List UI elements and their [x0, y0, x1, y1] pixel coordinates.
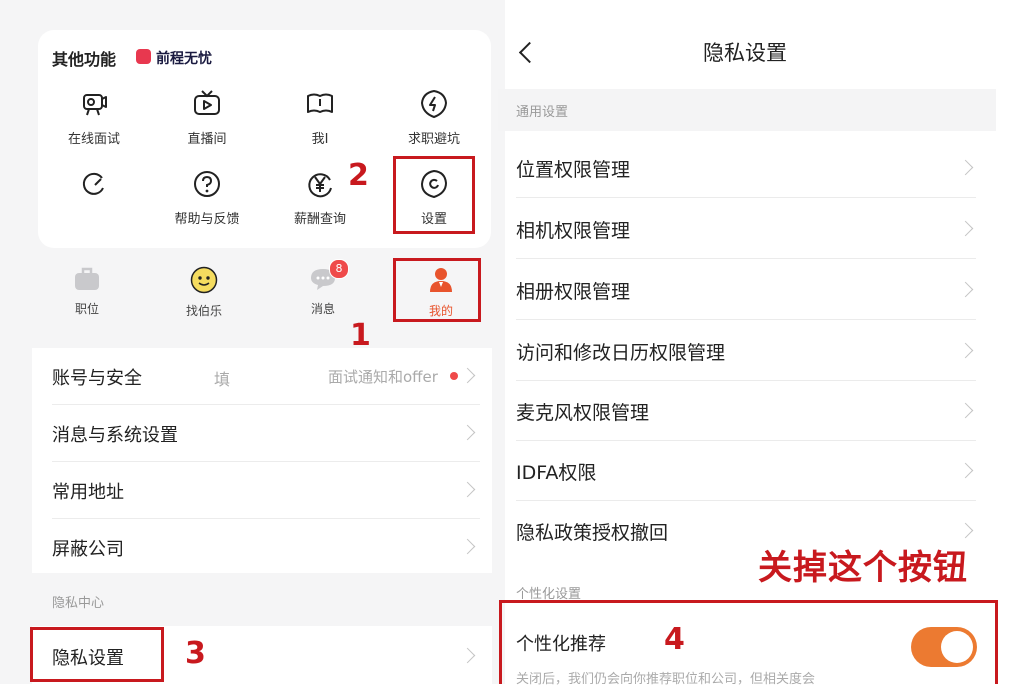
step-number-4: 4: [664, 622, 685, 657]
instruction-text: 关掉这个按钮: [758, 548, 968, 588]
func-refresh[interactable]: [44, 168, 144, 208]
privacy-center-section: 隐私中心: [52, 596, 105, 611]
chevron-right-icon: [459, 424, 476, 441]
row-label: 相机权限管理: [516, 220, 631, 242]
row-label: 隐私政策授权撤回: [516, 522, 669, 544]
func-label: 薪酬查询: [293, 212, 346, 227]
chevron-right-icon: [957, 462, 974, 479]
step-number-2: 2: [348, 158, 369, 193]
highlight-mine-tab: [393, 258, 481, 322]
video-interview-icon: [83, 94, 107, 116]
menu-blocked-companies[interactable]: 屏蔽公司: [52, 519, 480, 575]
row-album-permission[interactable]: 相册权限管理: [516, 259, 976, 320]
live-tv-icon: [194, 90, 220, 115]
book-icon: [307, 93, 333, 113]
row-label: 相册权限管理: [516, 281, 631, 303]
tab-label: 消息: [310, 302, 335, 316]
menu-common-address[interactable]: 常用地址: [52, 462, 480, 519]
func-book[interactable]: 我I: [270, 88, 370, 147]
row-label: 麦克风权限管理: [516, 402, 650, 424]
chevron-right-icon: [957, 342, 974, 359]
refresh-icon: [82, 172, 104, 195]
brand-logo-icon: [136, 49, 151, 64]
row-microphone-permission[interactable]: 麦克风权限管理: [516, 380, 976, 441]
tab-label: 找伯乐: [185, 304, 222, 318]
smiley-icon: [190, 266, 218, 294]
func-label: 直播间: [187, 132, 227, 147]
chevron-right-icon: [459, 647, 476, 664]
func-label: 在线面试: [67, 132, 120, 147]
step-number-1: 1: [350, 318, 371, 353]
general-settings-section: 通用设置: [498, 89, 996, 131]
functions-title: 其他功能: [52, 50, 117, 69]
row-location-permission[interactable]: 位置权限管理: [516, 137, 976, 198]
lightning-shield-icon: [420, 89, 448, 119]
row-label: 访问和修改日历权限管理: [516, 342, 726, 364]
step-number-3: 3: [185, 636, 206, 671]
chevron-left-icon: [518, 41, 541, 64]
tab-label: 职位: [74, 302, 99, 316]
chevron-right-icon: [459, 367, 476, 384]
highlight-privacy-settings: [30, 627, 164, 682]
help-icon: [194, 171, 220, 197]
chevron-right-icon: [459, 481, 476, 498]
menu-label: 屏蔽公司: [52, 539, 124, 560]
row-camera-permission[interactable]: 相机权限管理: [516, 198, 976, 259]
back-button[interactable]: [516, 40, 541, 70]
menu-message-system-settings[interactable]: 消息与系统设置: [52, 405, 480, 462]
tab-find-mentor[interactable]: 找伯乐: [169, 266, 239, 319]
chevron-right-icon: [957, 220, 974, 237]
highlight-settings: [393, 156, 475, 234]
func-online-interview[interactable]: 在线面试: [44, 88, 144, 147]
func-live-room[interactable]: 直播间: [157, 88, 257, 147]
chevron-right-icon: [459, 538, 476, 555]
chevron-right-icon: [957, 281, 974, 298]
menu-hint: 填: [214, 370, 231, 389]
func-job-pitfalls[interactable]: 求职避坑: [384, 88, 484, 147]
tab-jobs[interactable]: 职位: [52, 266, 122, 317]
func-help-feedback[interactable]: 帮助与反馈: [157, 168, 257, 227]
chevron-right-icon: [957, 159, 974, 176]
row-calendar-permission[interactable]: 访问和修改日历权限管理: [516, 320, 976, 381]
func-label: 帮助与反馈: [174, 212, 240, 227]
menu-label: 消息与系统设置: [52, 425, 178, 446]
briefcase-icon: [75, 267, 99, 290]
page-title: 隐私设置: [703, 41, 787, 65]
highlight-personal-recommend: [499, 600, 998, 684]
message-count-badge: 8: [329, 259, 349, 279]
row-label: IDFA权限: [516, 462, 597, 484]
chevron-right-icon: [957, 402, 974, 419]
func-label: 我I: [311, 132, 329, 147]
brand-name: 前程无忧: [156, 51, 212, 67]
menu-label: 账号与安全: [52, 368, 142, 389]
func-label: 求职避坑: [407, 132, 460, 147]
salary-yen-icon: [308, 173, 332, 198]
row-label: 位置权限管理: [516, 159, 631, 181]
unread-dot: [450, 372, 458, 380]
chevron-right-icon: [957, 522, 974, 539]
menu-label: 常用地址: [52, 482, 124, 503]
section-label: 通用设置: [516, 105, 569, 120]
menu-account-security[interactable]: 账号与安全 填 面试通知和offer: [52, 348, 480, 405]
row-idfa-permission[interactable]: IDFA权限: [516, 440, 976, 501]
menu-hint-notice: 面试通知和offer: [328, 368, 438, 386]
